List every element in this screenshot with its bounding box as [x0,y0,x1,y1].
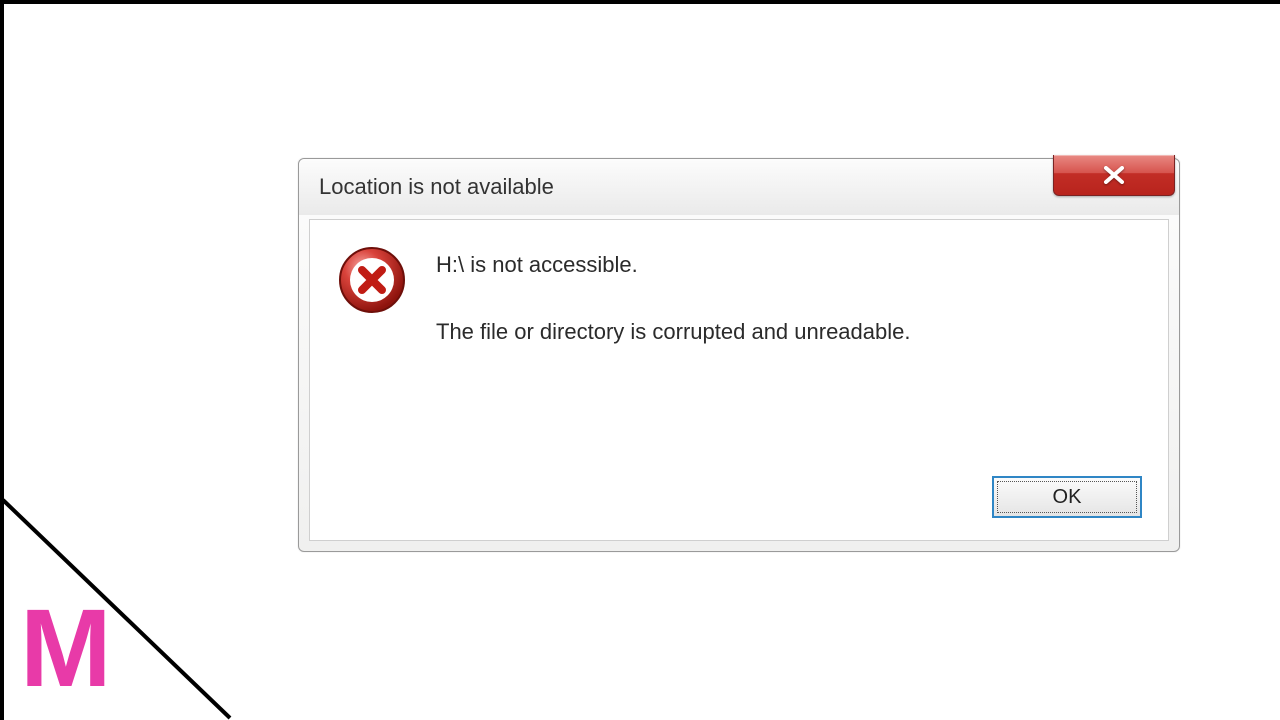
dialog-message: H:\ is not accessible. The file or direc… [436,244,910,348]
message-line-2: The file or directory is corrupted and u… [436,315,910,348]
error-dialog: Location is not available [298,158,1180,552]
error-icon [336,244,408,316]
message-line-1: H:\ is not accessible. [436,248,910,281]
dialog-body: H:\ is not accessible. The file or direc… [309,219,1169,541]
brand-logo: M [20,594,104,704]
ok-button[interactable]: OK [992,476,1142,518]
dialog-titlebar[interactable]: Location is not available [299,159,1179,215]
close-button[interactable] [1053,155,1175,196]
frame-border-left [0,0,4,720]
close-icon [1102,166,1126,184]
dialog-title: Location is not available [319,174,554,200]
frame-border-top [0,0,1280,4]
